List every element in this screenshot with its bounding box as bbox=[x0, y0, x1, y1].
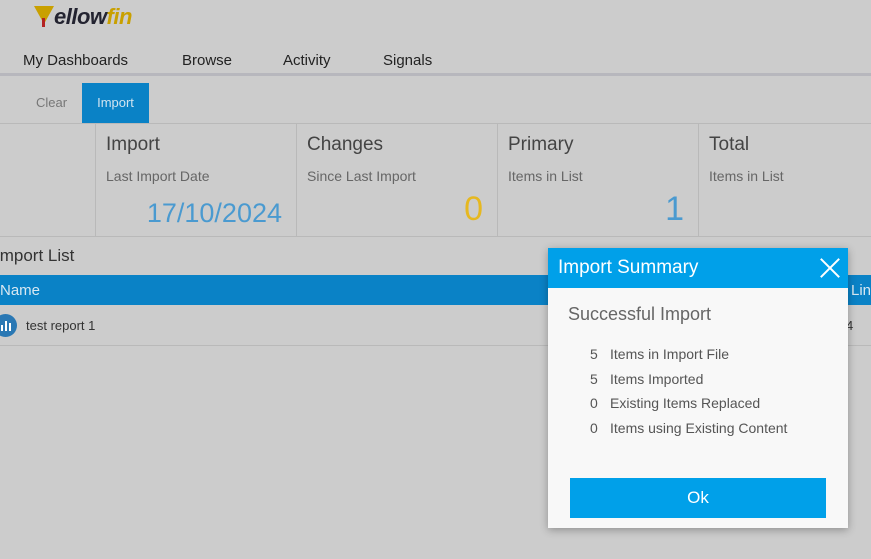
card-import: Import Last Import Date 17/10/2024 bbox=[95, 124, 296, 237]
card-subtitle: Since Last Import bbox=[307, 168, 416, 184]
card-primary: Primary Items in List 1 bbox=[497, 124, 698, 237]
card-value: 1 bbox=[665, 190, 684, 228]
dialog-heading: Successful Import bbox=[568, 304, 712, 324]
close-icon[interactable] bbox=[820, 258, 840, 278]
stat-row: 0 Existing Items Replaced bbox=[590, 395, 761, 411]
yellowfin-logo: ellowfin bbox=[34, 4, 132, 30]
nav-signals[interactable]: Signals bbox=[383, 52, 432, 69]
card-value: 0 bbox=[464, 190, 483, 228]
card-changes: Changes Since Last Import 0 bbox=[296, 124, 497, 237]
card-title: Import bbox=[106, 134, 160, 155]
nav-activity[interactable]: Activity bbox=[283, 52, 331, 69]
main-nav: My Dashboards Browse Activity Signals bbox=[0, 52, 871, 76]
import-button[interactable]: Import bbox=[82, 83, 149, 123]
column-lin[interactable]: Lin bbox=[851, 282, 871, 299]
dialog-title: Import Summary bbox=[548, 248, 848, 288]
column-name[interactable]: Name bbox=[0, 282, 40, 299]
stat-row: 0 Items using Existing Content bbox=[590, 420, 788, 436]
clear-button[interactable]: Clear bbox=[36, 95, 67, 110]
nav-my-dashboards[interactable]: My Dashboards bbox=[23, 52, 128, 69]
ok-button[interactable]: Ok bbox=[570, 478, 826, 518]
stat-row: 5 Items in Import File bbox=[590, 346, 730, 362]
summary-cards: Import Last Import Date 17/10/2024 Changes… bbox=[0, 123, 871, 237]
card-subtitle: Items in List bbox=[709, 168, 784, 184]
card-subtitle: Items in List bbox=[508, 168, 583, 184]
card-title: Primary bbox=[508, 134, 574, 155]
card-value: 17/10/2024 bbox=[146, 198, 282, 228]
import-summary-dialog: Import Summary Successful Import 5 Items … bbox=[548, 248, 848, 528]
card-subtitle: Last Import Date bbox=[106, 168, 210, 184]
nav-browse[interactable]: Browse bbox=[182, 52, 232, 69]
stat-row: 5 Items Imported bbox=[590, 371, 704, 387]
card-title: Changes bbox=[307, 134, 384, 155]
toolbar: Clear Import bbox=[0, 83, 871, 123]
card-total: TotalItems in List5 bbox=[698, 124, 871, 237]
card-title: Total bbox=[709, 134, 750, 155]
row-name[interactable]: test report 1 bbox=[26, 318, 95, 333]
report-chart-icon bbox=[0, 314, 17, 337]
